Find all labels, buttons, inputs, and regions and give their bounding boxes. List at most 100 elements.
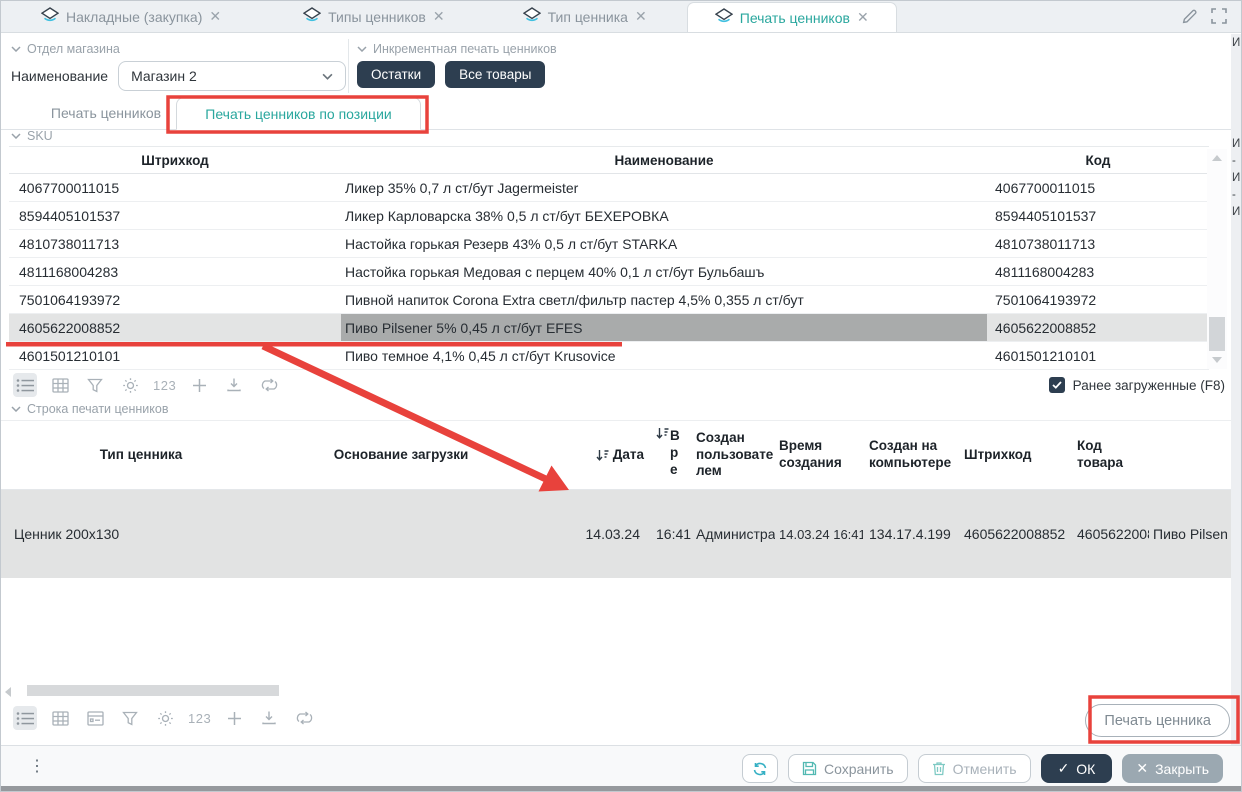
filter-icon[interactable]: [83, 373, 107, 397]
close-icon[interactable]: ✕: [433, 8, 445, 25]
all-goods-button[interactable]: Все товары: [445, 61, 545, 88]
close-icon: ✕: [1136, 760, 1148, 777]
tab-label: Тип ценника: [548, 9, 628, 25]
store-select-value: Магазин 2: [131, 68, 197, 84]
column-header-date[interactable]: Дата: [521, 447, 656, 464]
refresh-button[interactable]: [742, 754, 778, 783]
kebab-menu-icon[interactable]: ⋮: [29, 756, 45, 776]
print-rows-table-header: Тип ценника Основание загрузки Дата Врем…: [1, 420, 1231, 490]
download-icon[interactable]: [222, 373, 246, 397]
section-sku: SKU: [11, 129, 53, 143]
edit-pencil-icon[interactable]: [1181, 8, 1198, 30]
table-row[interactable]: 7501064193972 Пивной напиток Corona Extr…: [9, 286, 1209, 314]
window-bottom-edge: [1, 786, 1241, 791]
close-icon[interactable]: ✕: [857, 9, 869, 26]
table-row[interactable]: 8594405101537 Ликер Карловарска 38% 0,5 …: [9, 202, 1209, 230]
horizontal-scrollbar[interactable]: [5, 685, 845, 697]
tab-pricetag-type[interactable]: Тип ценника ✕: [513, 1, 657, 32]
section-store-department: Отдел магазина: [11, 42, 120, 56]
close-button[interactable]: ✕ Закрыть: [1122, 754, 1223, 783]
table-row-selected[interactable]: 4605622008852 Пиво Pilsener 5% 0,45 л ст…: [9, 314, 1209, 342]
column-header-code: Код: [987, 153, 1209, 168]
tab-print-pricetags-simple[interactable]: Печать ценников: [41, 97, 171, 129]
table-row[interactable]: 4810738011713 Настойка горькая Резерв 43…: [9, 230, 1209, 258]
tab-label: Типы ценников: [328, 9, 426, 25]
add-plus-icon[interactable]: [187, 373, 211, 397]
cancel-button[interactable]: Отменить: [918, 754, 1031, 783]
refresh-loop-icon[interactable]: [292, 706, 316, 730]
tab-pricetag-types[interactable]: Типы ценников ✕: [293, 1, 454, 32]
tab-label: Печать ценников: [740, 10, 850, 26]
ok-button[interactable]: ✓ ОК: [1041, 754, 1113, 783]
numbers-icon[interactable]: 123: [188, 706, 211, 730]
scrollbar-thumb[interactable]: [27, 685, 279, 696]
grid-view-icon[interactable]: [48, 706, 72, 730]
scroll-up-icon[interactable]: [1212, 155, 1222, 161]
close-icon[interactable]: ✕: [209, 8, 221, 25]
list-view-icon[interactable]: [13, 706, 37, 730]
grid-view-icon[interactable]: [48, 373, 72, 397]
layers-diamond-icon: [523, 7, 541, 26]
chevron-down-icon: [11, 133, 21, 139]
card-view-icon[interactable]: [83, 706, 107, 730]
column-header-pricetag-type: Тип ценника: [1, 447, 281, 464]
inner-tab-bar: Печать ценников Печать ценников по позиц…: [1, 97, 1231, 130]
previously-loaded-checkbox-row[interactable]: Ранее загруженные (F8): [1049, 377, 1225, 393]
sort-asc-icon: [656, 427, 669, 439]
divider: [348, 39, 349, 93]
scroll-down-icon[interactable]: [1212, 357, 1222, 363]
add-plus-icon[interactable]: [222, 706, 246, 730]
fullscreen-icon[interactable]: [1211, 8, 1227, 30]
refresh-icon: [752, 762, 768, 776]
filters-panel: Отдел магазина Наименование Магазин 2 Ин…: [1, 33, 1231, 97]
numbers-icon[interactable]: 123: [153, 373, 176, 397]
tab-print-pricetags-by-position[interactable]: Печать ценников по позиции: [176, 97, 421, 130]
column-header-created-time: Время создания: [775, 438, 863, 472]
column-header-barcode: Штрихкод: [9, 153, 341, 168]
settings-gear-icon[interactable]: [153, 706, 177, 730]
chevron-down-icon: [11, 406, 21, 412]
layers-diamond-icon: [715, 8, 733, 27]
chevron-down-icon: [11, 46, 21, 52]
scroll-left-icon[interactable]: [5, 687, 11, 697]
sort-asc-icon: [596, 449, 609, 461]
column-header-name: Наименование: [341, 153, 987, 168]
close-icon[interactable]: ✕: [635, 8, 647, 25]
column-header-product-code: Код товара: [1073, 438, 1149, 472]
refresh-loop-icon[interactable]: [257, 373, 281, 397]
table-row[interactable]: 4811168004283 Настойка горькая Медовая с…: [9, 258, 1209, 286]
print-row-selected[interactable]: Ценник 200x130 14.03.24 16:41 Администра…: [1, 490, 1231, 578]
tab-invoices[interactable]: Накладные (закупка) ✕: [31, 1, 231, 32]
save-icon: [802, 761, 817, 776]
sku-toolbar: 123: [13, 373, 281, 397]
clipped-right-edge: И И - И - И: [1231, 34, 1241, 745]
column-header-load-basis: Основание загрузки: [281, 447, 521, 464]
column-header-barcode: Штрихкод: [958, 447, 1073, 464]
tab-print-pricetags[interactable]: Печать ценников ✕: [687, 2, 897, 32]
section-incremental-print: Инкрементная печать ценников: [357, 42, 557, 56]
top-tab-bar: Накладные (закупка) ✕ Типы ценников ✕ Ти…: [1, 1, 1241, 33]
app-window: Накладные (закупка) ✕ Типы ценников ✕ Ти…: [0, 0, 1242, 792]
chevron-down-icon: [322, 73, 333, 80]
table-row[interactable]: 4067700011015 Ликер 35% 0,7 л ст/бут Jag…: [9, 174, 1209, 202]
list-view-icon[interactable]: [13, 373, 37, 397]
sku-table: Штрихкод Наименование Код 4067700011015 …: [9, 146, 1209, 370]
sku-table-header: Штрихкод Наименование Код: [9, 146, 1209, 174]
settings-gear-icon[interactable]: [118, 373, 142, 397]
filter-icon[interactable]: [118, 706, 142, 730]
column-header-created-on-computer: Создан на компьютере: [863, 438, 958, 472]
download-icon[interactable]: [257, 706, 281, 730]
save-button[interactable]: Сохранить: [788, 754, 908, 783]
store-name-label: Наименование: [11, 68, 108, 84]
footer-bar: ⋮ Сохранить Отменить ✓ ОК ✕ Закрыть: [1, 745, 1241, 788]
print-pricetag-button[interactable]: Печать ценника: [1085, 704, 1230, 737]
tab-label: Накладные (закупка): [66, 9, 202, 25]
column-header-time[interactable]: Время: [656, 427, 690, 483]
trash-icon: [932, 761, 946, 776]
checkbox-checked-icon[interactable]: [1049, 377, 1065, 393]
table-row[interactable]: 4601501210101 Пиво темное 4,1% 0,45 л ст…: [9, 342, 1209, 370]
stock-button[interactable]: Остатки: [357, 61, 435, 88]
vertical-scrollbar[interactable]: [1207, 149, 1227, 369]
scrollbar-thumb[interactable]: [1209, 317, 1225, 351]
store-select[interactable]: Магазин 2: [118, 61, 346, 91]
